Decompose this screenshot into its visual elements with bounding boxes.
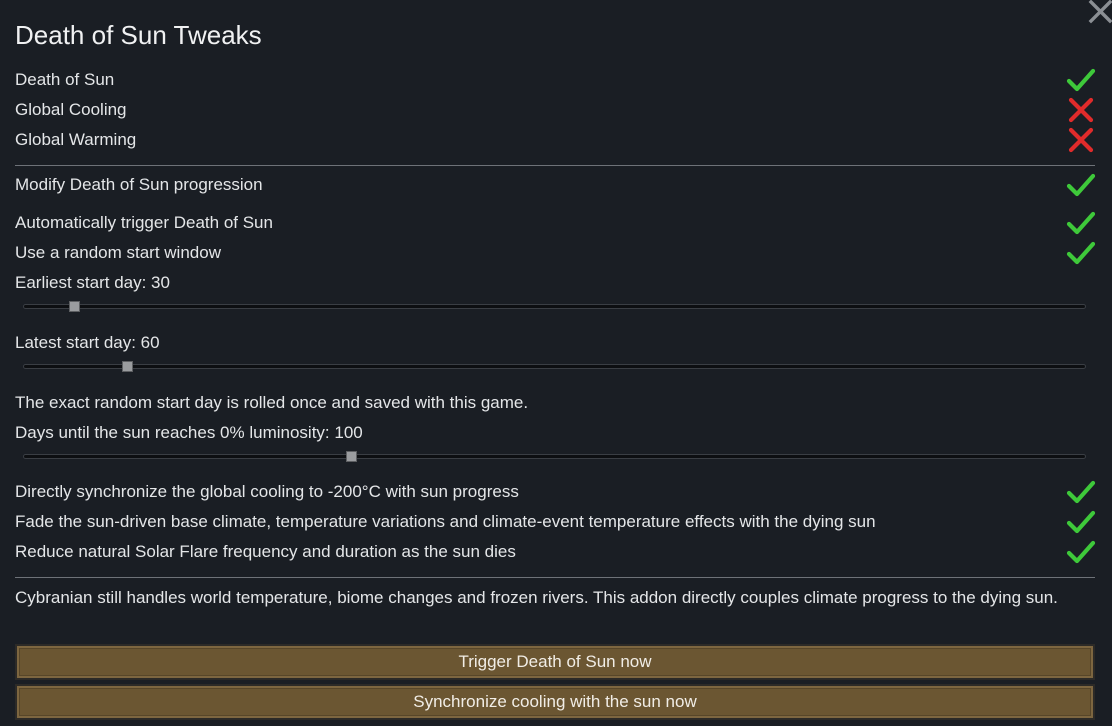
dialog-title: Death of Sun Tweaks bbox=[15, 20, 262, 50]
checkmark-icon[interactable] bbox=[1066, 210, 1096, 236]
toggle-label: Fade the sun-driven base climate, temper… bbox=[15, 512, 876, 531]
days-to-zero-slider[interactable] bbox=[23, 449, 1086, 465]
random-day-note: The exact random start day is rolled onc… bbox=[15, 393, 529, 412]
settings-dialog: Death of Sun Tweaks Death of Sun Global … bbox=[0, 0, 1112, 726]
slider-thumb[interactable] bbox=[122, 361, 134, 372]
toggle-label: Global Warming bbox=[15, 130, 137, 149]
slider-track bbox=[23, 364, 1086, 369]
toggle-label: Death of Sun bbox=[15, 70, 115, 89]
toggle-label: Use a random start window bbox=[15, 243, 221, 262]
toggle-label: Reduce natural Solar Flare frequency and… bbox=[15, 542, 516, 561]
toggle-label: Modify Death of Sun progression bbox=[15, 175, 263, 194]
checkmark-icon[interactable] bbox=[1066, 539, 1096, 565]
close-button[interactable] bbox=[1088, 0, 1112, 24]
toggle-fade-climate[interactable]: Fade the sun-driven base climate, temper… bbox=[15, 509, 1096, 535]
cross-icon[interactable] bbox=[1066, 97, 1096, 123]
days-to-zero-label: Days until the sun reaches 0% luminosity… bbox=[15, 423, 363, 442]
slider-track bbox=[23, 304, 1086, 309]
toggle-label: Automatically trigger Death of Sun bbox=[15, 213, 273, 232]
cross-icon[interactable] bbox=[1066, 127, 1096, 153]
toggle-random-window[interactable]: Use a random start window bbox=[15, 240, 1096, 266]
toggle-reduce-solar-flare[interactable]: Reduce natural Solar Flare frequency and… bbox=[15, 539, 1096, 565]
slider-thumb[interactable] bbox=[346, 451, 358, 462]
section-divider bbox=[15, 165, 1095, 166]
toggle-death-of-sun[interactable]: Death of Sun bbox=[15, 67, 1096, 93]
checkmark-icon[interactable] bbox=[1066, 509, 1096, 535]
earliest-start-label: Earliest start day: 30 bbox=[15, 273, 170, 292]
trigger-death-of-sun-button[interactable]: Trigger Death of Sun now bbox=[15, 644, 1095, 680]
toggle-global-cooling[interactable]: Global Cooling bbox=[15, 97, 1096, 123]
slider-thumb[interactable] bbox=[69, 301, 81, 312]
toggle-label: Global Cooling bbox=[15, 100, 127, 119]
synchronize-cooling-button[interactable]: Synchronize cooling with the sun now bbox=[15, 684, 1095, 720]
latest-start-slider[interactable] bbox=[23, 359, 1086, 375]
slider-track bbox=[23, 454, 1086, 459]
latest-start-label: Latest start day: 60 bbox=[15, 333, 160, 352]
earliest-start-slider[interactable] bbox=[23, 299, 1086, 315]
section-divider bbox=[15, 577, 1095, 578]
toggle-sync-cooling[interactable]: Directly synchronize the global cooling … bbox=[15, 479, 1096, 505]
footer-note: Cybranian still handles world temperatur… bbox=[15, 588, 1058, 607]
checkmark-icon[interactable] bbox=[1066, 240, 1096, 266]
checkmark-icon[interactable] bbox=[1066, 172, 1096, 198]
checkmark-icon[interactable] bbox=[1066, 67, 1096, 93]
checkmark-icon[interactable] bbox=[1066, 479, 1096, 505]
toggle-label: Directly synchronize the global cooling … bbox=[15, 482, 519, 501]
toggle-modify-progression[interactable]: Modify Death of Sun progression bbox=[15, 172, 1096, 198]
toggle-global-warming[interactable]: Global Warming bbox=[15, 127, 1096, 153]
close-icon bbox=[1088, 0, 1112, 24]
toggle-auto-trigger[interactable]: Automatically trigger Death of Sun bbox=[15, 210, 1096, 236]
